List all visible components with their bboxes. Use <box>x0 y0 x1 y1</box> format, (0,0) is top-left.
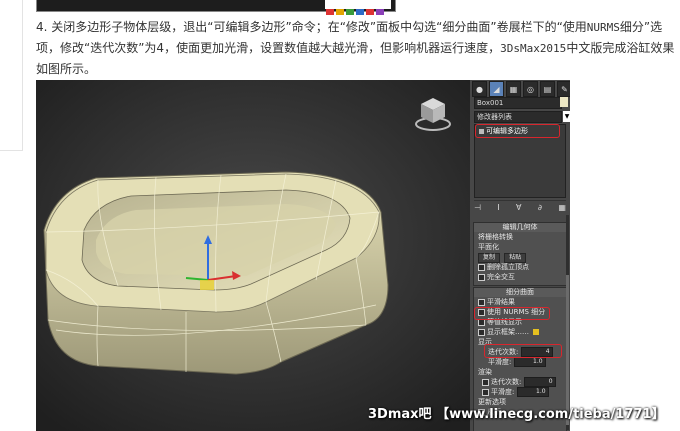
tab-modify[interactable]: ◢ <box>489 81 504 97</box>
page-left-border <box>0 0 23 151</box>
smoothness-spinner[interactable]: 1.0 <box>513 357 546 367</box>
planarize-label: 平面化 <box>478 243 499 251</box>
previous-image-thumb <box>325 0 391 15</box>
subdivision-surface-title[interactable]: 细分曲面 <box>474 288 566 297</box>
convert-grid-label: 将栅格转换 <box>478 233 513 241</box>
show-cage-label: 显示框架…… <box>487 328 529 336</box>
viewcube-icon[interactable] <box>414 94 452 132</box>
previous-image-strip <box>36 0 396 15</box>
3d-viewport[interactable] <box>36 80 470 431</box>
tab-create[interactable]: ● <box>472 81 487 97</box>
pin-stack-icon[interactable]: ⊣ <box>474 203 481 215</box>
chevron-down-icon[interactable]: ▼ <box>563 111 570 122</box>
bathtub-render <box>36 80 470 431</box>
object-name-field[interactable]: Box001 <box>474 97 562 109</box>
delete-isolated-label: 删除孤立顶点 <box>487 263 529 271</box>
modifier-list-label: 修改器列表 <box>477 113 512 121</box>
make-unique-icon[interactable]: ∀ <box>516 203 521 215</box>
object-color-swatch[interactable] <box>560 97 568 107</box>
render-smoothness-row: 平滑度: 1.0 <box>474 387 566 397</box>
delete-isolated-row[interactable]: 删除孤立顶点 <box>474 262 566 272</box>
smoothness-label: 平滑度: <box>488 358 512 366</box>
edit-geometry-rollup: 编辑几何体 将栅格转换 平面化 复制 粘贴 删除孤立顶点 完全交互 <box>473 222 567 286</box>
article-nurms: NURMS <box>586 21 620 34</box>
render-section-label: 渲染 <box>478 368 492 376</box>
smoothness-row: 平滑度: 1.0 <box>474 357 566 367</box>
smooth-result-checkbox[interactable] <box>478 298 485 306</box>
command-panel-tabs: ● ◢ ▦ ◎ ▤ ✎ <box>472 81 570 97</box>
page-right-margin <box>570 80 680 431</box>
render-iterations-checkbox[interactable] <box>482 378 489 386</box>
watermark: 3Dmax吧 【www.linecg.com/tieba/1771】 <box>368 407 665 422</box>
article-text: 4. 关闭多边形子物体层级，退出“可编辑多边形”命令；在“修改”面板中勾选“细分… <box>36 17 678 80</box>
tab-utilities[interactable]: ✎ <box>557 81 570 97</box>
stack-toolbar: ⊣ I ∀ ∂ ▦ <box>474 200 566 215</box>
edit-geometry-title[interactable]: 编辑几何体 <box>474 223 566 232</box>
render-smoothness-spinner[interactable]: 1.0 <box>516 387 549 397</box>
highlight-stack-item <box>475 124 560 138</box>
render-smoothness-checkbox[interactable] <box>482 388 489 396</box>
command-panel: ● ◢ ▦ ◎ ▤ ✎ Box001 修改器列表 ▼ 可编辑多边形 ⊣ I ∀ … <box>470 80 570 431</box>
render-smoothness-label: 平滑度: <box>491 388 515 396</box>
render-iterations-spinner[interactable]: 0 <box>523 377 556 387</box>
highlight-use-nurms <box>474 307 550 320</box>
remove-modifier-icon[interactable]: ∂ <box>538 203 542 215</box>
highlight-iterations <box>484 344 562 358</box>
tab-display[interactable]: ▤ <box>540 81 555 97</box>
show-cage-row[interactable]: 显示框架…… <box>474 327 566 337</box>
modifier-list-dropdown[interactable]: 修改器列表 ▼ <box>474 111 570 123</box>
full-interactivity-row[interactable]: 完全交互 <box>474 272 566 282</box>
delete-isolated-checkbox[interactable] <box>478 263 485 271</box>
tab-hierarchy[interactable]: ▦ <box>506 81 521 97</box>
smooth-result-label: 平滑结果 <box>487 298 515 306</box>
panel-scrollbar[interactable] <box>566 215 569 430</box>
full-interactivity-checkbox[interactable] <box>478 273 485 281</box>
show-end-result-icon[interactable]: I <box>497 203 499 215</box>
cage-color-swatch[interactable] <box>533 329 539 335</box>
show-cage-checkbox[interactable] <box>478 328 485 336</box>
smooth-result-row[interactable]: 平滑结果 <box>474 297 566 307</box>
article-text-part1: 4. 关闭多边形子物体层级，退出“可编辑多边形”命令；在“修改”面板中勾选“细分… <box>36 20 587 34</box>
full-interactivity-label: 完全交互 <box>487 273 515 281</box>
copy-paste-row: 复制 粘贴 <box>474 252 566 263</box>
configure-sets-icon[interactable]: ▦ <box>558 203 566 215</box>
tab-motion[interactable]: ◎ <box>523 81 538 97</box>
article-brand: 3DsMax2015 <box>500 42 567 55</box>
render-iterations-label: 迭代次数: <box>491 378 522 386</box>
render-iterations-row: 迭代次数: 0 <box>474 377 566 387</box>
